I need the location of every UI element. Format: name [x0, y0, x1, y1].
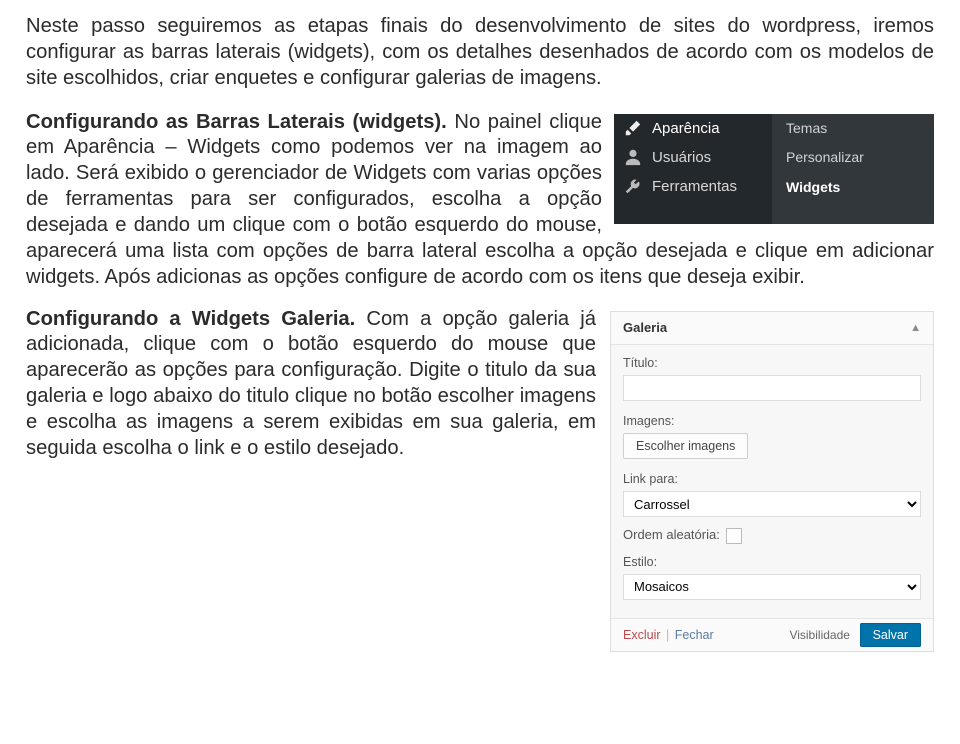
wp-menu-item-label: Ferramentas	[652, 177, 737, 196]
galeria-random-label: Ordem aleatória:	[623, 527, 720, 544]
wp-menu-item-aparencia[interactable]: Aparência	[614, 114, 772, 143]
user-icon	[624, 148, 642, 166]
galeria-link-select[interactable]: Carrossel	[623, 491, 921, 517]
wp-submenu-widgets[interactable]: Widgets	[772, 173, 934, 203]
galeria-close-link[interactable]: Fechar	[675, 628, 714, 642]
wp-menu-item-usuarios[interactable]: Usuários	[614, 143, 772, 172]
wp-submenu-personalizar[interactable]: Personalizar	[772, 143, 934, 173]
galeria-style-select[interactable]: Mosaicos	[623, 574, 921, 600]
chevron-up-icon: ▲	[910, 321, 921, 335]
galeria-style-label: Estilo:	[623, 554, 921, 570]
section3-text: Com a opção galeria já adicionada, cliqu…	[26, 308, 596, 459]
galeria-save-button[interactable]: Salvar	[860, 623, 921, 647]
galeria-delete-link[interactable]: Excluir	[623, 628, 661, 642]
section-widgets-config: Aparência Usuários Ferramentas Temas	[26, 110, 934, 291]
wp-admin-menu-screenshot: Aparência Usuários Ferramentas Temas	[614, 114, 934, 224]
galeria-title-input[interactable]	[623, 375, 921, 401]
wp-submenu-temas[interactable]: Temas	[772, 114, 934, 144]
section-galeria-config: Galeria ▲ Título: Imagens: Escolher imag…	[26, 307, 934, 653]
galeria-visibility-link[interactable]: Visibilidade	[789, 628, 850, 642]
galeria-widget-panel: Galeria ▲ Título: Imagens: Escolher imag…	[610, 311, 934, 653]
galeria-widget-body: Título: Imagens: Escolher imagens Link p…	[611, 345, 933, 618]
separator: |	[666, 628, 669, 642]
galeria-widget-footer: Excluir | Fechar Visibilidade Salvar	[611, 618, 933, 652]
brush-icon	[624, 119, 642, 137]
galeria-widget-header[interactable]: Galeria ▲	[611, 312, 933, 346]
wp-submenu-column: Temas Personalizar Widgets	[772, 114, 934, 224]
galeria-footer-links: Excluir | Fechar	[623, 627, 714, 643]
choose-images-button[interactable]: Escolher imagens	[623, 433, 748, 459]
galeria-images-label: Imagens:	[623, 413, 921, 429]
intro-paragraph: Neste passo seguiremos as etapas finais …	[26, 14, 934, 92]
wp-menu-item-label: Aparência	[652, 119, 720, 138]
wp-menu-main-column: Aparência Usuários Ferramentas	[614, 114, 772, 224]
wrench-icon	[624, 178, 642, 196]
section2-heading: Configurando as Barras Laterais (widgets…	[26, 111, 447, 133]
galeria-title-label: Título:	[623, 355, 921, 371]
galeria-footer-right: Visibilidade Salvar	[789, 627, 921, 644]
section3-heading: Configurando a Widgets Galeria.	[26, 308, 355, 330]
galeria-random-checkbox[interactable]	[726, 528, 742, 544]
galeria-widget-title: Galeria	[623, 320, 667, 337]
wp-menu-item-label: Usuários	[652, 148, 711, 167]
wp-menu-item-ferramentas[interactable]: Ferramentas	[614, 172, 772, 201]
galeria-random-row: Ordem aleatória:	[623, 527, 921, 544]
galeria-link-label: Link para:	[623, 471, 921, 487]
